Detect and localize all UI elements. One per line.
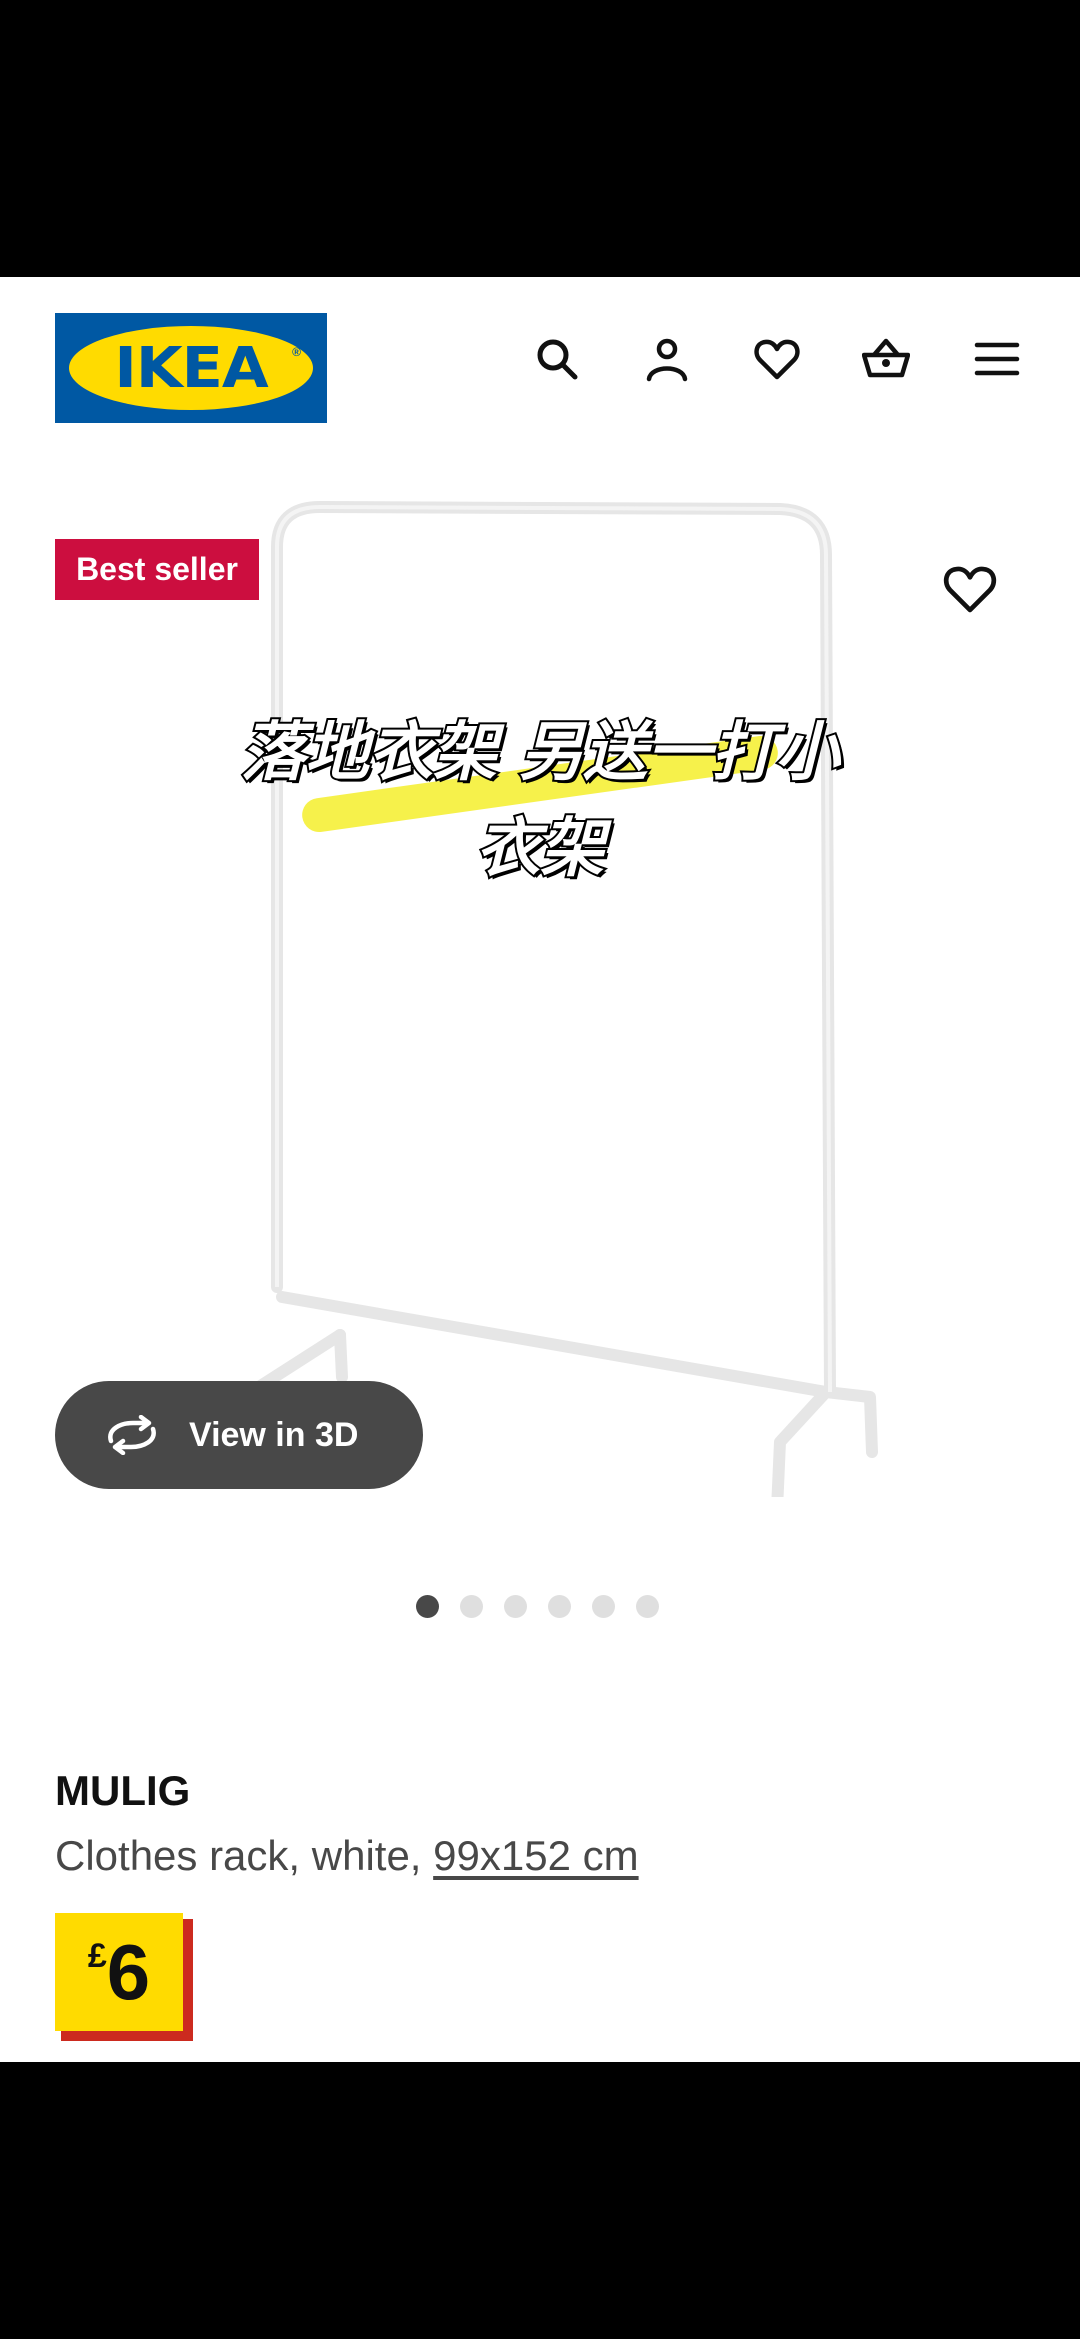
price-value: 6 — [106, 1927, 151, 2016]
add-to-wishlist-heart-icon[interactable] — [942, 561, 998, 617]
carousel-dot[interactable] — [636, 1595, 659, 1618]
carousel-dot[interactable] — [548, 1595, 571, 1618]
caption-line-1: 落地衣架 另送一打小 — [239, 714, 841, 792]
product-description: Clothes rack, white, 99x152 cm — [55, 1832, 639, 1880]
product-gallery[interactable]: Best seller 落地衣架 另送一打小 衣架 View in 3D — [0, 437, 1080, 1618]
logo-text: IKEA — [114, 335, 268, 401]
price-tag: £ 6 — [55, 1913, 193, 2041]
view-in-3d-label: View in 3D — [189, 1415, 359, 1454]
carousel-dot[interactable] — [460, 1595, 483, 1618]
price-box: £ 6 — [55, 1913, 183, 2031]
product-page: IKEA ® Best seller 落地衣架 另送一打小 衣架 View in… — [0, 277, 1080, 2062]
search-icon[interactable] — [533, 335, 581, 383]
account-icon[interactable] — [643, 335, 691, 383]
carousel-dot[interactable] — [592, 1595, 615, 1618]
basket-icon[interactable] — [862, 335, 910, 383]
wishlist-heart-icon[interactable] — [753, 335, 801, 383]
best-seller-badge: Best seller — [55, 539, 259, 600]
site-header: IKEA ® — [0, 277, 1080, 437]
ikea-logo[interactable]: IKEA ® — [55, 313, 327, 423]
registered-mark-icon: ® — [292, 345, 301, 359]
rotate-3d-icon — [108, 1415, 156, 1455]
product-dimensions-link[interactable]: 99x152 cm — [433, 1832, 638, 1879]
carousel-dot[interactable] — [416, 1595, 439, 1618]
video-caption-overlay: 落地衣架 另送一打小 衣架 — [160, 705, 920, 897]
menu-icon[interactable] — [973, 335, 1021, 383]
product-name: MULIG — [55, 1767, 191, 1814]
caption-line-2: 衣架 — [474, 810, 606, 888]
product-description-text: Clothes rack, white, — [55, 1832, 434, 1879]
price-currency: £ — [87, 1937, 107, 1975]
carousel-indicator[interactable] — [416, 1595, 659, 1619]
view-in-3d-button[interactable]: View in 3D — [55, 1381, 423, 1489]
carousel-dot[interactable] — [504, 1595, 527, 1618]
